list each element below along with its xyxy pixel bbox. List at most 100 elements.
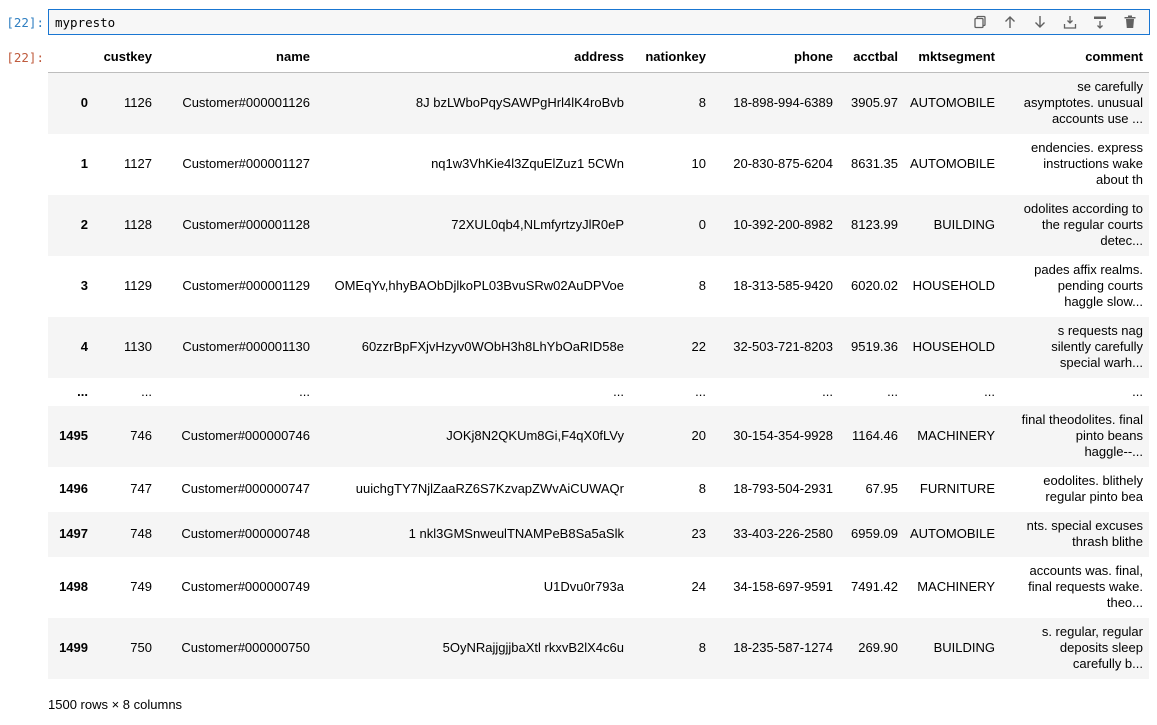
- comment-line: odolites according to: [1023, 201, 1143, 216]
- column-header-mktsegment: mktsegment: [904, 42, 1001, 73]
- row-index: 2: [80, 217, 88, 232]
- comment-line: final requests wake.: [1028, 579, 1143, 594]
- table-row: 4 1130 Customer#000001130 60zzrBpFXjvHzyv0W…: [48, 316, 1149, 378]
- cell-nationkey: 24: [691, 579, 706, 594]
- column-header-address: address: [316, 42, 630, 73]
- cell-address: 60zzrBpFXjvHzyv0WObH3h8LhYbOaRID58e: [361, 339, 624, 354]
- cell-custkey: 748: [130, 526, 152, 541]
- table-row: 3 1129 Customer#000001129 OMEqYv,hhyBAObDjl…: [48, 256, 1149, 317]
- table-row: 0 1126 Customer#000001126 8J bzLWboPqySAWPg…: [48, 72, 1149, 134]
- column-header-phone: phone: [712, 42, 839, 73]
- code-input-cell[interactable]: mypresto: [48, 9, 1150, 35]
- dataframe-shape: 1500 rows × 8 columns: [48, 697, 183, 712]
- cell-phone: ...: [822, 383, 833, 399]
- dataframe-table: custkey name address nationkey phone acctbal m…: [48, 42, 1149, 679]
- comment-line: eodolites. blithely: [1043, 473, 1143, 488]
- move-up-icon[interactable]: [995, 12, 1025, 32]
- cell-comment: accounts was. final, final requests wake.…: [1001, 557, 1149, 618]
- cell-mktsegment: MACHINERY: [917, 579, 995, 594]
- cell-nationkey: 20: [691, 428, 706, 443]
- cell-nationkey: 10: [691, 156, 706, 171]
- cell-name: Customer#000001127: [182, 156, 310, 171]
- cell-comment: se carefully asymptotes. unusual accounts …: [1001, 73, 1149, 134]
- cell-nationkey: 8: [698, 95, 706, 111]
- cell-acctbal: 1164.46: [851, 428, 898, 443]
- cell-phone: 18-793-504-2931: [733, 481, 833, 496]
- table-row: ...........................: [48, 378, 1149, 406]
- code-text[interactable]: mypresto: [55, 15, 115, 30]
- delete-icon[interactable]: [1115, 12, 1145, 32]
- column-header-acctbal: acctbal: [839, 42, 904, 73]
- cell-address: nq1w3VhKie4l3ZquElZuz1 5CWn: [431, 156, 624, 171]
- row-index: 1497: [59, 526, 88, 541]
- cell-name: Customer#000001130: [182, 339, 310, 354]
- comment-line: instructions wake: [1043, 156, 1143, 171]
- column-header-custkey: custkey: [94, 42, 158, 73]
- cell-comment: nts. special excuses thrash blithe: [1001, 512, 1149, 557]
- cell-nationkey: 22: [691, 339, 706, 354]
- cell-mktsegment: ...: [984, 383, 995, 399]
- comment-line: regular pinto bea: [1045, 489, 1143, 504]
- move-down-icon[interactable]: [1025, 12, 1055, 32]
- cell-mktsegment: AUTOMOBILE: [910, 95, 996, 111]
- cell-acctbal: 6959.09: [851, 526, 898, 541]
- cell-acctbal: ...: [887, 383, 898, 399]
- index-header: [48, 42, 94, 73]
- comment-line: nts. special excuses: [1026, 518, 1143, 533]
- row-index: 1499: [59, 640, 88, 655]
- cell-nationkey: 23: [691, 526, 706, 541]
- table-row: 1 1127 Customer#000001127 nq1w3VhKie4l3ZquE…: [48, 134, 1149, 195]
- cell-custkey: 749: [130, 579, 152, 594]
- comment-line: deposits sleep: [1059, 640, 1143, 655]
- column-header-name: name: [158, 42, 316, 73]
- cell-custkey: 1126: [124, 95, 152, 111]
- cell-name: Customer#000000746: [181, 428, 310, 443]
- cell-custkey: 1128: [124, 217, 152, 232]
- cell-address: U1Dvu0r793a: [543, 579, 624, 594]
- comment-line: haggle--...: [1084, 444, 1143, 459]
- cell-name: Customer#000001126: [182, 95, 310, 111]
- comment-line: pending courts: [1057, 278, 1143, 293]
- cell-nationkey: 8: [698, 640, 706, 655]
- cell-address: ...: [613, 383, 624, 399]
- comment-line: haggle slow...: [1064, 294, 1143, 309]
- comment-line: theo...: [1106, 595, 1143, 610]
- cell-acctbal: 9519.36: [851, 339, 898, 354]
- cell-nationkey: 8: [698, 481, 706, 496]
- cell-address: OMEqYv,hhyBAObDjlkoPL03BvuSRw02AuDPVoe: [334, 278, 624, 293]
- cell-mktsegment: FURNITURE: [919, 481, 995, 496]
- cell-name: Customer#000000749: [181, 579, 310, 594]
- cell-comment: s. regular, regular deposits sleep careful…: [1001, 618, 1149, 679]
- cell-comment: s requests nag silently carefully special …: [1001, 317, 1149, 378]
- insert-below-icon[interactable]: [1085, 12, 1115, 32]
- cell-mktsegment: HOUSEHOLD: [912, 278, 995, 293]
- cell-phone: 34-158-697-9591: [733, 579, 833, 594]
- column-header-comment: comment: [1001, 42, 1149, 73]
- duplicate-icon[interactable]: [965, 12, 995, 32]
- insert-above-icon[interactable]: [1055, 12, 1085, 32]
- row-index: ...: [77, 383, 88, 399]
- comment-line: thrash blithe: [1072, 534, 1143, 549]
- cell-phone: 18-313-585-9420: [733, 278, 833, 293]
- header-row: custkey name address nationkey phone acctbal m…: [48, 42, 1149, 73]
- cell-name: Customer#000000748: [181, 526, 310, 541]
- cell-phone: 33-403-226-2580: [733, 526, 833, 541]
- cell-phone: 18-898-994-6389: [733, 95, 833, 111]
- cell-phone: 32-503-721-8203: [733, 339, 833, 354]
- comment-line: the regular courts: [1041, 217, 1143, 232]
- cell-mktsegment: AUTOMOBILE: [910, 526, 996, 541]
- table-row: 1497 748 Customer#000000748 1 nkl3GMSnweulT…: [48, 511, 1149, 557]
- input-prompt: [22]:: [6, 15, 44, 30]
- column-header-nationkey: nationkey: [630, 42, 712, 73]
- cell-comment: ...: [1001, 378, 1149, 406]
- cell-name: Customer#000001128: [182, 217, 310, 232]
- cell-custkey: 1127: [124, 156, 152, 171]
- cell-acctbal: 6020.02: [851, 278, 898, 293]
- cell-mktsegment: BUILDING: [933, 640, 995, 655]
- comment-line: pinto beans: [1075, 428, 1143, 443]
- cell-acctbal: 8123.99: [851, 217, 898, 232]
- cell-acctbal: 67.95: [865, 481, 898, 496]
- cell-comment: eodolites. blithely regular pinto bea: [1001, 467, 1149, 512]
- cell-mktsegment: HOUSEHOLD: [912, 339, 995, 354]
- comment-line: accounts use ...: [1051, 111, 1143, 127]
